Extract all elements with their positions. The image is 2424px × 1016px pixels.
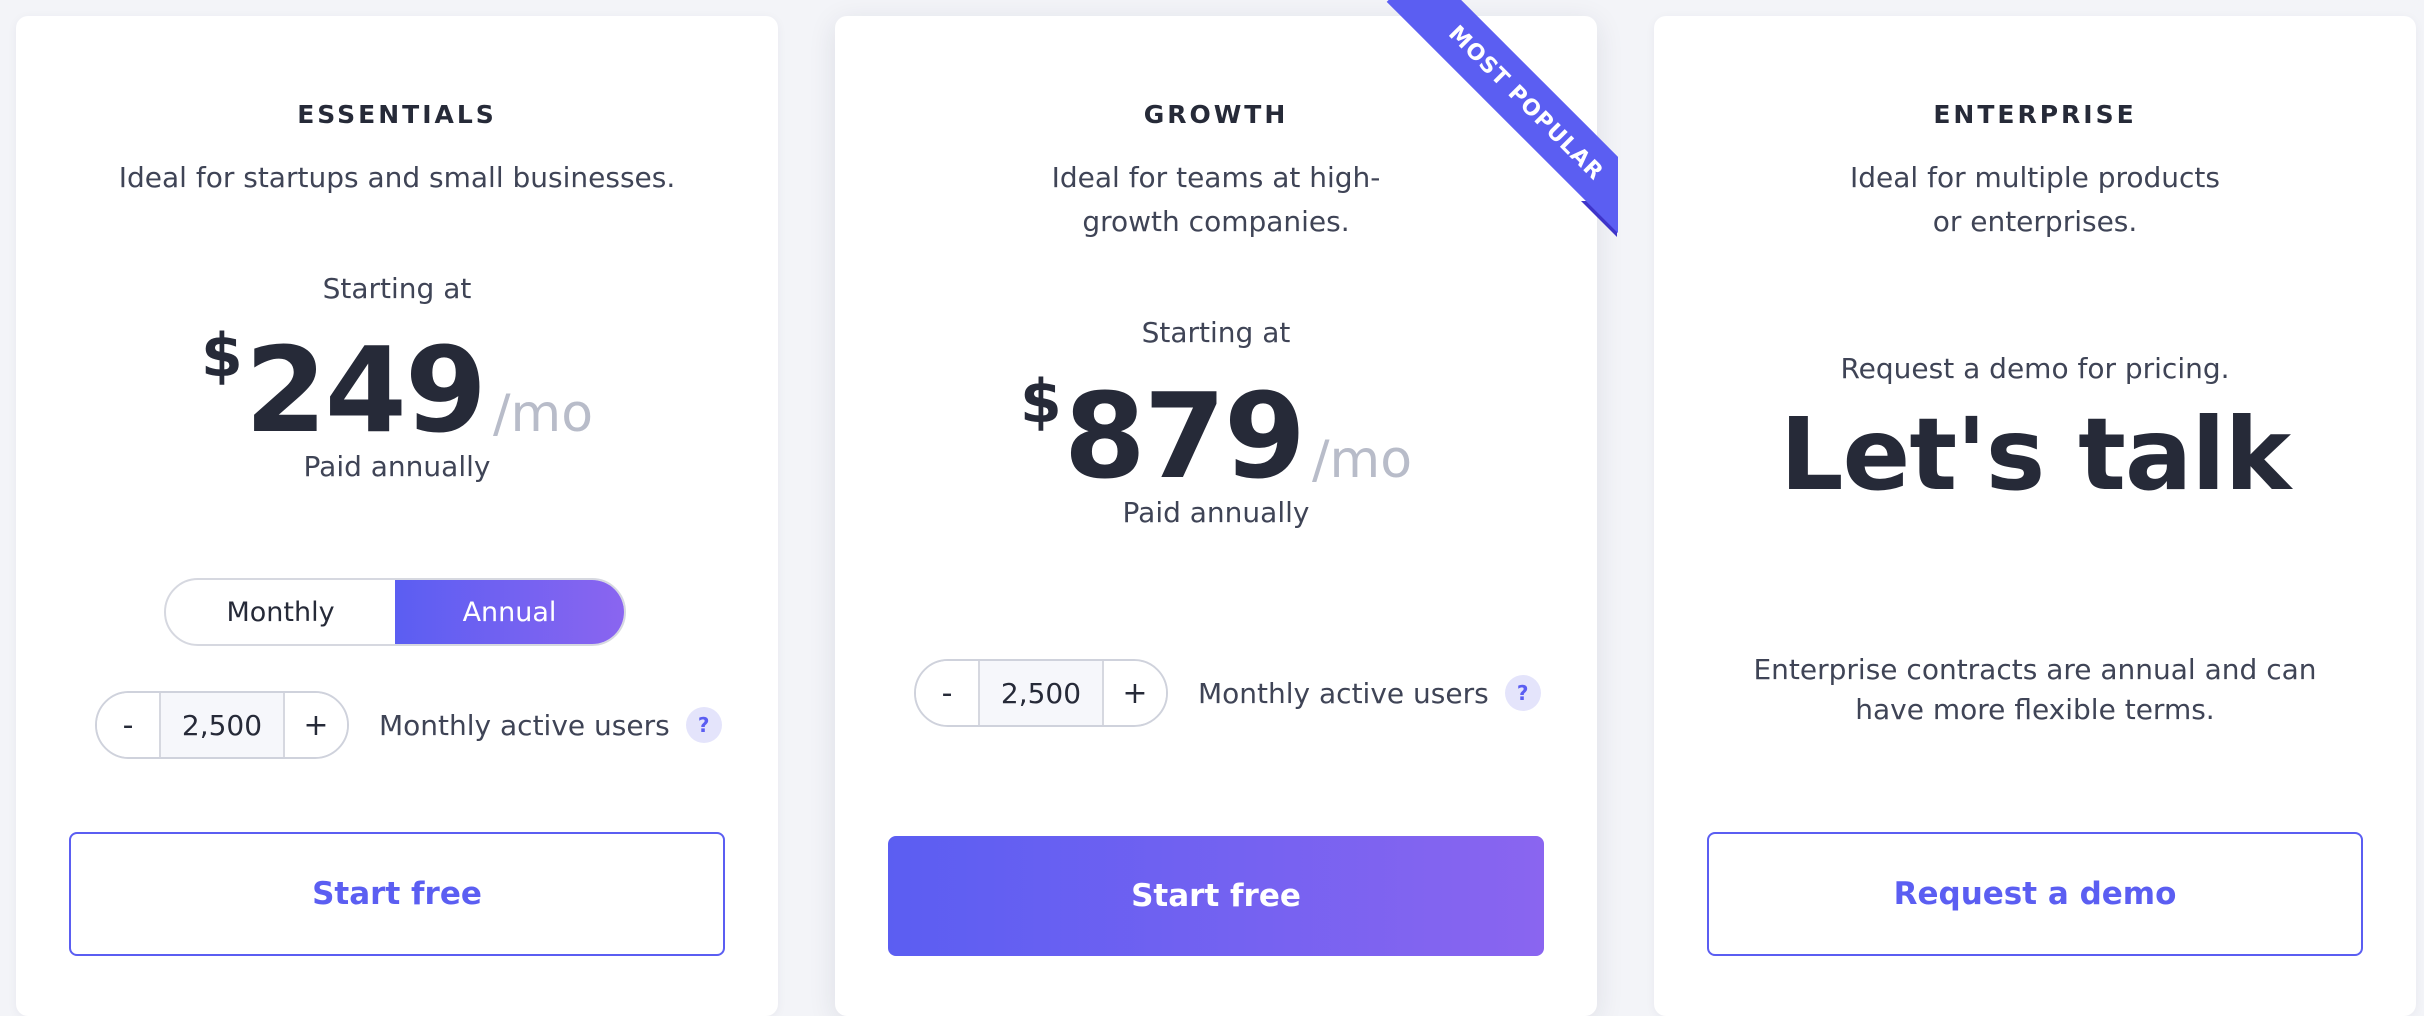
- help-icon[interactable]: ?: [685, 707, 722, 743]
- plan-card-enterprise: ENTERPRISE Ideal for multiple products o…: [1654, 16, 2416, 1016]
- monthly-active-users-label: Monthly active users: [1198, 676, 1489, 710]
- billing-note: Paid annually: [1122, 496, 1310, 529]
- ribbon-label: MOST POPULAR: [1386, 0, 1618, 237]
- monthly-active-users-label: Monthly active users: [379, 708, 670, 742]
- plan-title: ESSENTIALS: [297, 100, 497, 129]
- price-amount: 879: [1063, 367, 1306, 505]
- most-popular-ribbon: MOST POPULAR: [1376, 0, 1618, 237]
- billing-option-annual[interactable]: Annual: [395, 580, 624, 644]
- plan-description: Ideal for startups and small businesses.: [118, 161, 676, 194]
- users-input[interactable]: 2,500: [159, 693, 285, 757]
- billing-note: Paid annually: [303, 450, 491, 483]
- users-input[interactable]: 2,500: [978, 661, 1104, 725]
- starting-at-label: Starting at: [1141, 316, 1291, 349]
- plan-description: Ideal for multiple products or enterpris…: [1849, 161, 2220, 238]
- increment-button[interactable]: +: [1104, 661, 1166, 725]
- plan-title: ENTERPRISE: [1933, 100, 2137, 129]
- price-block: $ 879 /mo: [835, 367, 1597, 505]
- decrement-button[interactable]: -: [97, 693, 159, 757]
- enterprise-terms: Enterprise contracts are annual and can …: [1753, 653, 2317, 726]
- starting-at-label: Starting at: [322, 272, 472, 305]
- plan-card-essentials: ESSENTIALS Ideal for startups and small …: [16, 16, 778, 1016]
- price-period: /mo: [1312, 430, 1413, 490]
- price-period: /mo: [493, 384, 594, 444]
- help-icon[interactable]: ?: [1504, 675, 1541, 711]
- currency-symbol: $: [200, 321, 243, 391]
- decrement-button[interactable]: -: [916, 661, 978, 725]
- billing-toggle[interactable]: Monthly Annual: [164, 578, 626, 646]
- request-demo-button[interactable]: Request a demo: [1707, 832, 2363, 956]
- price-block: $ 249 /mo: [16, 321, 778, 459]
- lets-talk-headline: Let's talk: [1779, 396, 2291, 513]
- currency-symbol: $: [1019, 367, 1062, 437]
- pricing-note: Request a demo for pricing.: [1840, 352, 2230, 385]
- users-stepper-row: - 2,500 + Monthly active users ?: [914, 659, 1541, 727]
- users-stepper-row: - 2,500 + Monthly active users ?: [95, 691, 722, 759]
- users-stepper: - 2,500 +: [914, 659, 1168, 727]
- start-free-button[interactable]: Start free: [69, 832, 725, 956]
- price-amount: 249: [244, 321, 487, 459]
- start-free-button[interactable]: Start free: [888, 836, 1544, 956]
- users-stepper: - 2,500 +: [95, 691, 349, 759]
- increment-button[interactable]: +: [285, 693, 347, 757]
- billing-option-monthly[interactable]: Monthly: [166, 580, 395, 644]
